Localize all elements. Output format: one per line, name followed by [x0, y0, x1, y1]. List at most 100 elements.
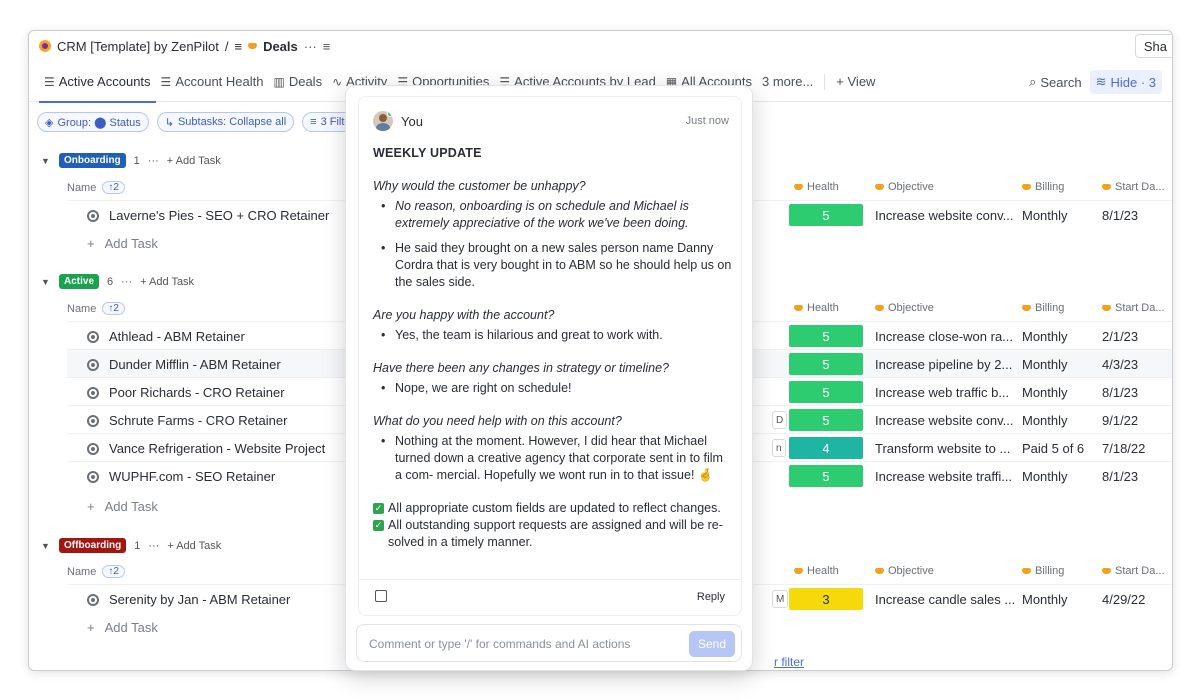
start-date-column-header[interactable]: Start Da...: [1115, 302, 1165, 314]
start-date-cell[interactable]: 7/18/22: [1102, 441, 1145, 456]
status-icon[interactable]: [87, 593, 99, 606]
start-date-cell[interactable]: 4/29/22: [1102, 592, 1145, 607]
group-more-button[interactable]: ···: [148, 155, 159, 167]
start-date-cell[interactable]: 2/1/23: [1102, 329, 1138, 344]
status-badge[interactable]: Offboarding: [59, 538, 127, 553]
health-column-header[interactable]: Health: [807, 302, 839, 314]
hide-button[interactable]: ≋ Hide · 3: [1089, 70, 1162, 94]
task-name[interactable]: Athlead - ABM Retainer: [109, 329, 245, 344]
billing-cell[interactable]: Monthly: [1022, 413, 1068, 428]
objective-cell[interactable]: Transform website to ...: [875, 441, 1010, 456]
task-name[interactable]: WUPHF.com - SEO Retainer: [109, 469, 275, 484]
health-score[interactable]: 4: [789, 437, 863, 459]
group-add-task-button[interactable]: + Add Task: [167, 540, 221, 552]
status-badge[interactable]: Active: [59, 274, 100, 289]
group-add-task-button[interactable]: + Add Task: [167, 155, 221, 167]
objective-cell[interactable]: Increase candle sales ...: [875, 592, 1015, 607]
health-column-header[interactable]: Health: [807, 181, 839, 193]
health-score[interactable]: 5: [789, 353, 863, 375]
billing-column-header[interactable]: Billing: [1035, 181, 1064, 193]
objective-cell[interactable]: Increase pipeline by 2...: [875, 357, 1012, 372]
start-date-cell[interactable]: 4/3/23: [1102, 357, 1138, 372]
tab-active-accounts[interactable]: ☰ Active Accounts: [39, 62, 156, 103]
status-icon[interactable]: [87, 330, 99, 343]
task-name[interactable]: Laverne's Pies - SEO + CRO Retainer: [109, 208, 329, 223]
billing-cell[interactable]: Monthly: [1022, 208, 1068, 223]
health-score[interactable]: 3: [789, 588, 863, 610]
objective-column-header[interactable]: Objective: [888, 565, 934, 577]
billing-cell[interactable]: Monthly: [1022, 385, 1068, 400]
billing-column-header[interactable]: Billing: [1035, 565, 1064, 577]
health-score[interactable]: 5: [789, 409, 863, 431]
thumbs-up-icon[interactable]: [375, 590, 387, 602]
status-icon[interactable]: [87, 209, 99, 222]
status-icon[interactable]: [87, 414, 99, 427]
billing-cell[interactable]: Monthly: [1022, 469, 1068, 484]
tab-deals[interactable]: ▥ Deals: [268, 62, 327, 102]
start-date-cell[interactable]: 8/1/23: [1102, 469, 1138, 484]
add-task-row[interactable]: + Add Task: [87, 499, 158, 514]
share-button[interactable]: Sha: [1134, 34, 1172, 58]
breadcrumb-current[interactable]: Deals: [263, 39, 298, 54]
objective-column-header[interactable]: Objective: [888, 302, 934, 314]
sort-indicator[interactable]: ↑2: [102, 181, 125, 194]
task-name[interactable]: Poor Richards - CRO Retainer: [109, 385, 285, 400]
name-column-header[interactable]: Name: [67, 303, 96, 315]
breadcrumb-workspace[interactable]: CRM [Template] by ZenPilot: [57, 39, 219, 54]
status-badge[interactable]: Onboarding: [59, 153, 126, 168]
billing-cell[interactable]: Monthly: [1022, 592, 1068, 607]
comment-input[interactable]: Comment or type '/' for commands and AI …: [356, 624, 742, 662]
tag-fragment[interactable]: M: [772, 590, 789, 608]
objective-column-header[interactable]: Objective: [888, 181, 934, 193]
task-name[interactable]: Vance Refrigeration - Website Project: [109, 441, 325, 456]
health-score[interactable]: 5: [789, 325, 863, 347]
tag-fragment[interactable]: n: [772, 439, 786, 457]
status-icon[interactable]: [87, 442, 99, 455]
menu-button[interactable]: ≡: [323, 39, 331, 54]
health-score[interactable]: 5: [789, 465, 863, 487]
start-date-column-header[interactable]: Start Da...: [1115, 565, 1165, 577]
sort-indicator[interactable]: ↑2: [102, 302, 125, 315]
more-options-button[interactable]: ···: [304, 39, 317, 54]
billing-cell[interactable]: Monthly: [1022, 329, 1068, 344]
billing-cell[interactable]: Monthly: [1022, 357, 1068, 372]
objective-cell[interactable]: Increase web traffic b...: [875, 385, 1009, 400]
start-date-cell[interactable]: 8/1/23: [1102, 208, 1138, 223]
subtasks-chip[interactable]: ↳ Subtasks: Collapse all: [156, 112, 295, 132]
health-score[interactable]: 5: [789, 204, 863, 226]
start-date-cell[interactable]: 8/1/23: [1102, 385, 1138, 400]
send-button[interactable]: Send: [689, 631, 735, 657]
search-button[interactable]: ⌕ Search: [1029, 74, 1081, 90]
reply-button[interactable]: Reply: [697, 591, 725, 603]
status-icon[interactable]: [87, 358, 99, 371]
tab-account-health[interactable]: ☰ Account Health: [156, 62, 269, 102]
group-by-chip[interactable]: ◈ Group: ⬤ Status: [37, 112, 149, 132]
collapse-caret-icon[interactable]: ▼: [41, 541, 51, 551]
billing-column-header[interactable]: Billing: [1035, 302, 1064, 314]
name-column-header[interactable]: Name: [67, 182, 96, 194]
name-column-header[interactable]: Name: [67, 566, 96, 578]
objective-cell[interactable]: Increase website conv...: [875, 208, 1014, 223]
group-add-task-button[interactable]: + Add Task: [140, 276, 194, 288]
health-column-header[interactable]: Health: [807, 565, 839, 577]
tag-fragment[interactable]: D: [772, 411, 788, 429]
start-date-cell[interactable]: 9/1/22: [1102, 413, 1138, 428]
task-name[interactable]: Schrute Farms - CRO Retainer: [109, 413, 287, 428]
status-icon[interactable]: [87, 470, 99, 483]
more-tabs-button[interactable]: 3 more...: [757, 62, 818, 102]
health-score[interactable]: 5: [789, 381, 863, 403]
objective-cell[interactable]: Increase website traffi...: [875, 469, 1012, 484]
task-name[interactable]: Dunder Mifflin - ABM Retainer: [109, 357, 281, 372]
clear-filter-link[interactable]: r filter: [774, 655, 804, 669]
add-task-row[interactable]: + Add Task: [87, 236, 158, 251]
group-more-button[interactable]: ···: [148, 540, 159, 552]
start-date-column-header[interactable]: Start Da...: [1115, 181, 1165, 193]
sort-indicator[interactable]: ↑2: [102, 565, 125, 578]
add-view-button[interactable]: + View: [831, 62, 880, 102]
avatar[interactable]: [373, 111, 393, 131]
collapse-caret-icon[interactable]: ▼: [41, 156, 51, 166]
objective-cell[interactable]: Increase close-won ra...: [875, 329, 1013, 344]
objective-cell[interactable]: Increase website conv...: [875, 413, 1014, 428]
billing-cell[interactable]: Paid 5 of 6: [1022, 441, 1084, 456]
add-task-row[interactable]: + Add Task: [87, 620, 158, 635]
